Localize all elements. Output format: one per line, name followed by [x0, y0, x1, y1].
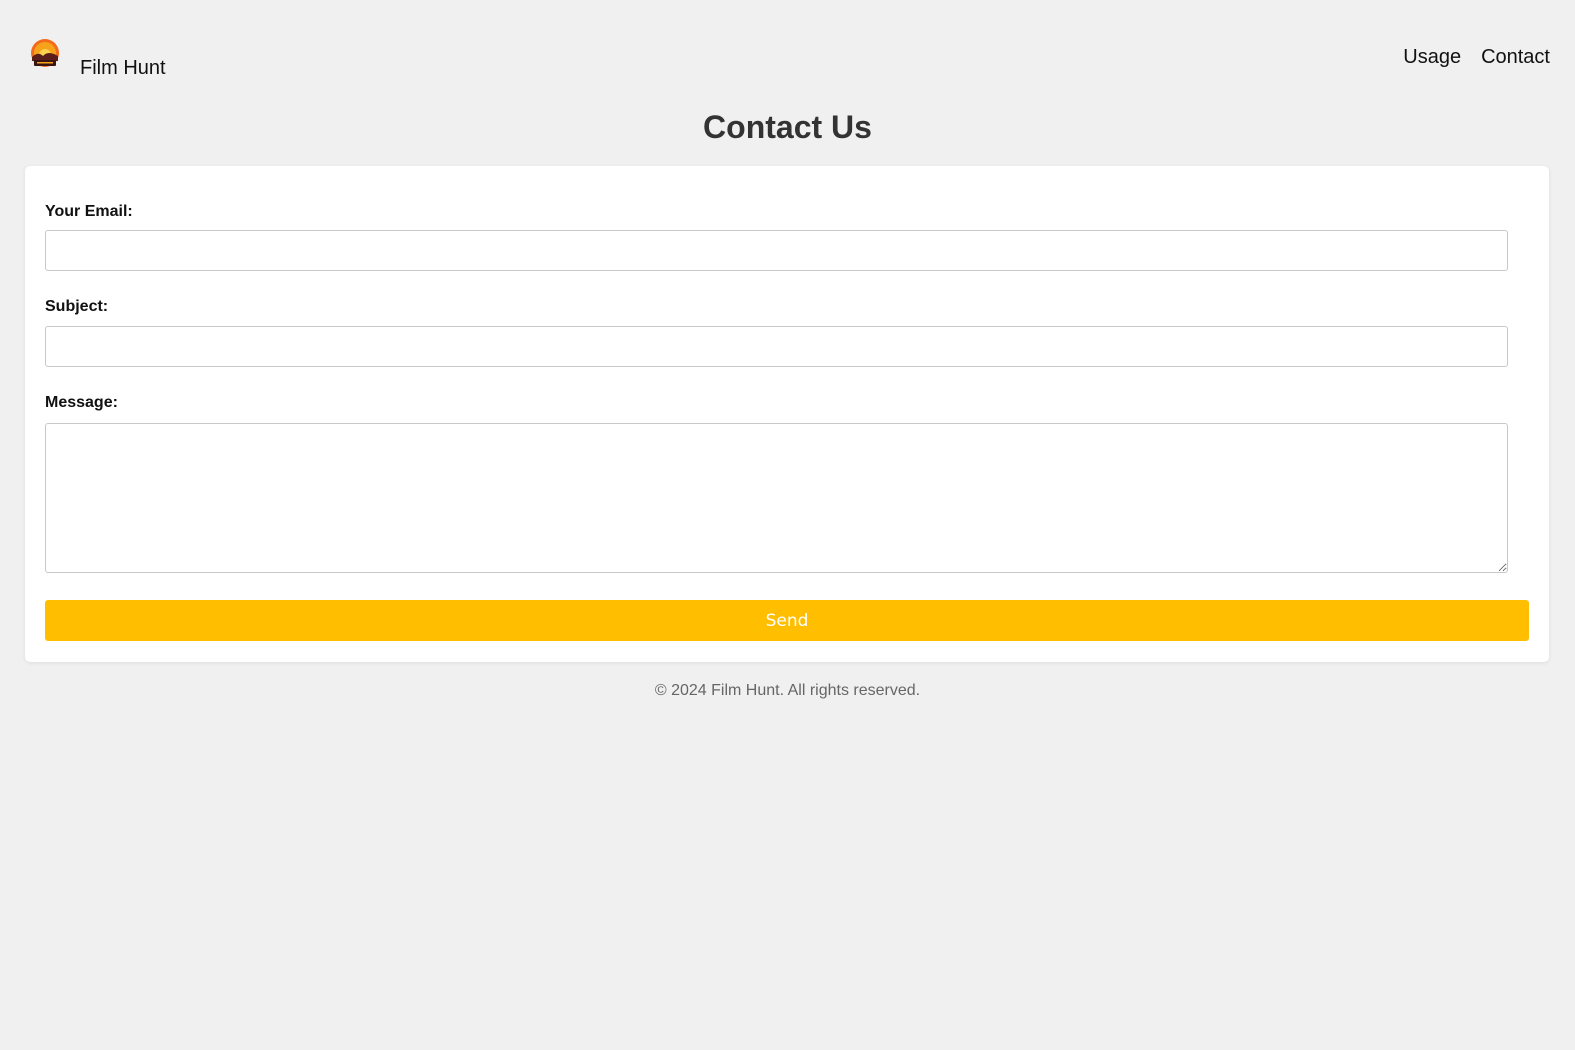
nav-link-usage[interactable]: Usage [1403, 45, 1461, 69]
email-field[interactable] [45, 230, 1508, 271]
brand-name[interactable]: Film Hunt [80, 56, 166, 80]
top-nav: Usage Contact [1403, 45, 1550, 69]
film-hunt-logo-icon[interactable] [29, 39, 61, 71]
nav-link-contact[interactable]: Contact [1481, 45, 1550, 69]
contact-form-card: Your Email: Subject: Message: Send [25, 166, 1549, 662]
send-button[interactable]: Send [45, 600, 1529, 641]
message-label: Message: [45, 394, 118, 411]
site-header: Film Hunt Usage Contact [0, 0, 1575, 100]
message-field[interactable] [45, 423, 1508, 573]
page-title: Contact Us [703, 109, 872, 145]
email-label: Your Email: [45, 203, 133, 220]
footer-copyright: © 2024 Film Hunt. All rights reserved. [654, 682, 921, 699]
subject-label: Subject: [45, 298, 109, 315]
subject-field[interactable] [45, 326, 1508, 367]
